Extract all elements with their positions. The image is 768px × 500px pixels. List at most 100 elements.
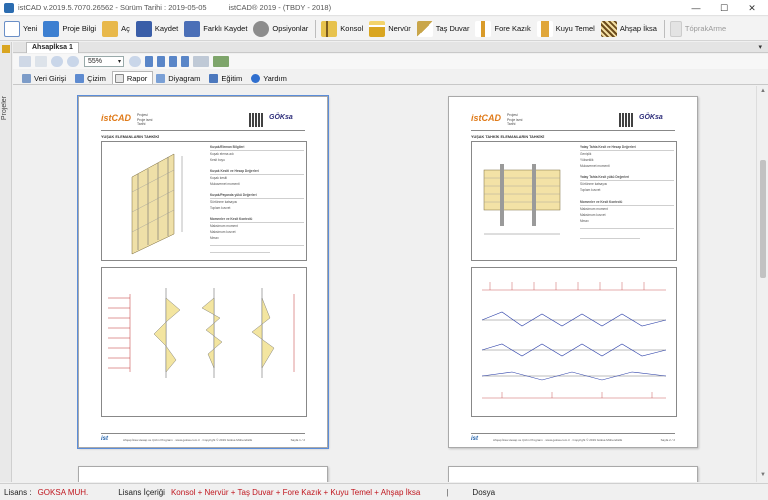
file-label: Dosya [472,487,496,497]
tas-duvar-button[interactable]: Taş Duvar [415,18,474,40]
toolbar-separator [663,19,665,38]
app-version-text: istCAD v.2019.5.7070.26562 - Sürüm Tarih… [18,3,207,12]
preview-toolbar: 55% [13,54,768,69]
last-page-icon[interactable] [181,56,189,67]
report-page-1[interactable]: istCAD Projesi Proje ismi Tarihi GÖKsa YUŞ… [77,95,329,449]
vertical-scrollbar[interactable]: ▲ ▼ [756,86,768,482]
new-button[interactable]: Yeni [2,18,41,40]
multi-page-icon[interactable] [193,56,209,67]
zoom-in-icon[interactable] [51,56,63,67]
tab-yardim[interactable]: Yardım [248,71,293,84]
konsol-button[interactable]: Konsol [319,18,367,40]
moment-diagrams [108,288,295,378]
scrollbar-thumb[interactable] [760,160,766,278]
save-button[interactable]: Kaydet [134,18,182,40]
pin-icon[interactable] [2,45,10,53]
kuyu-temel-button[interactable]: Kuyu Temel [535,18,599,40]
save-icon [135,20,152,37]
beam-diagram-box [471,267,677,417]
footer-text: Ahşap İksa Hesap ve Çizim Programı · www… [493,438,623,442]
toprak-arme-button[interactable]: TóprakArme [668,18,730,40]
qr-code-icon [249,113,263,127]
page-meta: Projesi Proje ismi Tarihi [507,113,523,127]
view-tab-bar: Veri Girişi Çizim Rapor Diyagram Eğitim … [13,70,768,85]
tab-veri-girisi[interactable]: Veri Girişi [19,71,72,84]
zoom-select[interactable]: 55% [84,56,124,67]
hand-tool-icon[interactable] [35,56,47,67]
tab-rapor[interactable]: Rapor [111,71,154,84]
diagram-icon [156,73,166,83]
scroll-down-icon[interactable]: ▼ [760,472,766,478]
product-name-text: istCAD® 2019 - (TBDY - 2018) [228,3,332,12]
document-tab-strip: Ahsapİksa 1 ▾ [13,42,768,53]
app-icon [4,2,14,13]
page-footer: ist Ahşap İksa Hesap ve Çizim Programı ·… [471,433,675,443]
license-content-value: Konsol + Nervür + Taş Duvar + Fore Kazık… [170,487,421,497]
page-setup-icon[interactable] [19,56,31,67]
goksa-logo: GÖKsa [639,114,663,121]
report-page-3-preview[interactable] [78,466,328,482]
tas-duvar-icon [416,20,433,37]
new-file-icon [4,20,20,37]
calc-table-box: Yatay Tahta Kesit ve Hesap Değerleri Gen… [471,141,677,261]
info-icon [43,20,60,37]
fore-kazik-icon [475,20,492,37]
drawing-icon [75,73,85,83]
status-bar: Lisans : GOKSA MUH. Lisans İçeriği Konso… [0,483,768,500]
plank-section-drawing [483,164,561,235]
prev-page-icon[interactable] [157,56,165,67]
folder-open-icon [102,20,119,37]
page-section-title: YUŞAK TAHKİK ELEMANLARIN TAHKİKİ [471,135,545,139]
options-button[interactable]: Opsiyonlar [251,18,312,40]
beam-load-diagrams [481,282,667,399]
iksa-elevation-drawing [131,153,183,255]
page-section-title: YUŞAK ELEMANLARIN TAHKİKİ [101,135,160,139]
ahsap-iksa-icon [600,20,617,37]
tab-cizim[interactable]: Çizim [72,71,112,84]
tab-egitim[interactable]: Eğitim [206,71,248,84]
close-button[interactable]: ✕ [738,0,766,16]
istcad-logo: istCAD [471,113,502,123]
maximize-button[interactable]: ☐ [710,0,738,16]
status-separator: | [446,487,449,497]
fore-kazik-button[interactable]: Fore Kazık [473,18,534,40]
toprak-arme-icon [669,20,682,37]
first-page-icon[interactable] [145,56,153,67]
report-page-2[interactable]: istCAD Projesi Proje ismi Tarihi GÖKsa YUŞ… [448,96,698,448]
data-entry-icon [22,73,31,83]
report-page-4-preview[interactable] [448,466,698,482]
scroll-up-icon[interactable]: ▲ [760,88,766,94]
license-content-label: Lisans İçeriği [118,487,165,497]
nervur-button[interactable]: Nervür [367,18,415,40]
istcad-logo: istCAD [101,113,132,123]
zoom-fit-icon[interactable] [129,56,141,67]
gear-icon [253,20,270,37]
page-meta: Projesi Proje ismi Tarihi [137,113,153,127]
open-button[interactable]: Aç [100,18,134,40]
projects-panel-label: Projeler [1,96,8,121]
export-icon[interactable] [213,56,229,67]
kuyu-temel-icon [536,20,553,37]
goksa-logo: GÖKsa [269,114,293,121]
project-info-button[interactable]: Proje Bilgi [41,18,100,40]
page-number: Sayfa 2 / 2 [660,438,675,442]
ahsap-iksa-button[interactable]: Ahşap İksa [599,18,661,40]
page-header: istCAD Projesi Proje ismi Tarihi GÖKsa [101,111,305,131]
save-as-button[interactable]: Farklı Kaydet [182,18,251,40]
zoom-out-icon[interactable] [67,56,79,67]
footer-logo: ist [101,436,109,442]
report-preview-area[interactable]: istCAD Projesi Proje ismi Tarihi GÖKsa YUŞ… [13,86,756,482]
document-tab[interactable]: Ahsapİksa 1 [26,42,79,53]
calc-values-table: Kuşak/Eleman Bilgileri Kuşak elema adı K… [208,142,307,260]
next-page-icon[interactable] [169,56,177,67]
page-number: Sayfa 1 / 2 [290,438,305,442]
nervur-icon [369,20,386,37]
projects-side-panel[interactable]: Projeler [0,42,12,482]
footer-logo: ist [471,436,479,442]
tab-diyagram[interactable]: Diyagram [153,71,206,84]
konsol-icon [321,20,338,37]
tab-menu-icon[interactable]: ▾ [758,43,762,51]
toolbar-separator [315,19,317,38]
minimize-button[interactable]: — [682,0,710,16]
save-as-icon [184,20,201,37]
